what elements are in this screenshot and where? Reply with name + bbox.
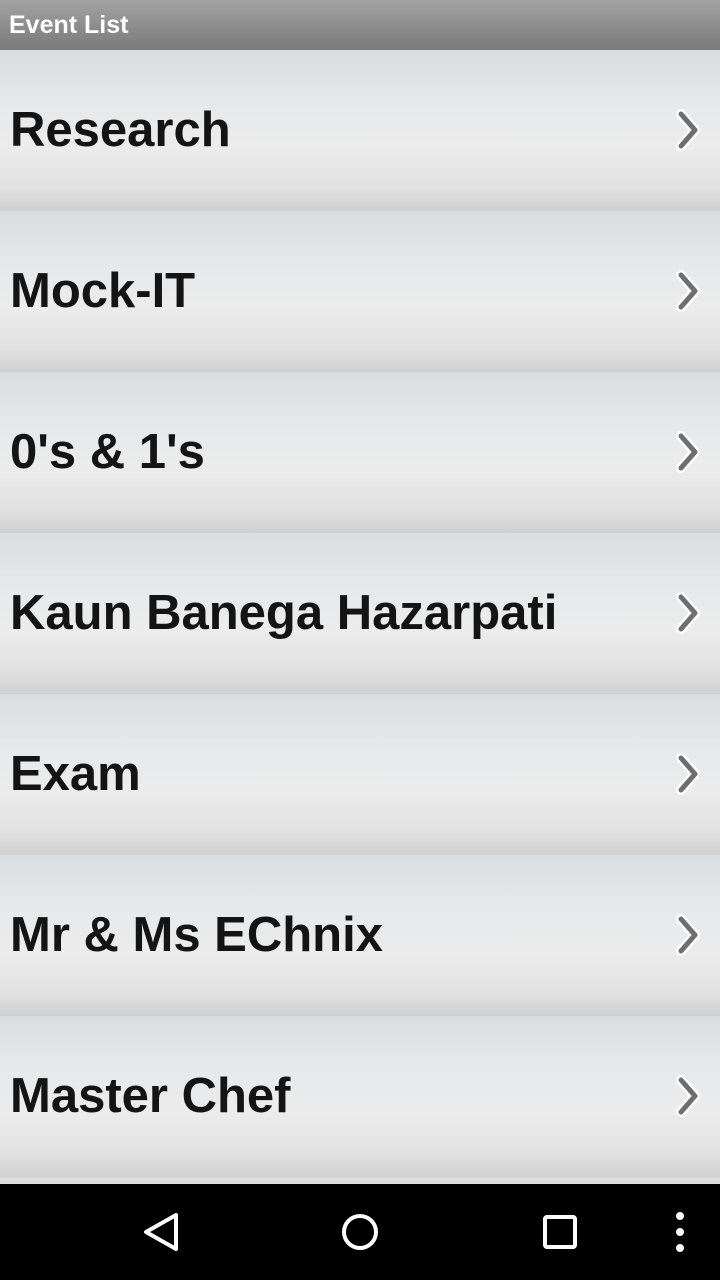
event-row-mock-it[interactable]: Mock-IT	[0, 211, 720, 372]
event-label: 0's & 1's	[10, 425, 205, 479]
event-row-research[interactable]: Research	[0, 50, 720, 211]
chevron-right-icon	[676, 1075, 700, 1117]
event-label: Mock-IT	[10, 264, 196, 318]
chevron-right-icon	[676, 753, 700, 795]
recents-square-icon[interactable]	[520, 1184, 600, 1280]
event-row-master-chef[interactable]: Master Chef	[0, 1016, 720, 1177]
overflow-dots-icon[interactable]	[660, 1184, 700, 1280]
event-label: Mr & Ms EChnix	[10, 908, 383, 962]
event-label: Kaun Banega Hazarpati	[10, 586, 558, 640]
home-circle-icon[interactable]	[320, 1184, 400, 1280]
chevron-right-icon	[676, 109, 700, 151]
chevron-right-icon	[676, 592, 700, 634]
chevron-right-icon	[676, 270, 700, 312]
page-title: Event List	[9, 11, 129, 39]
system-navigation-bar	[0, 1184, 720, 1280]
title-bar: Event List	[0, 0, 720, 50]
event-row-zeros-ones[interactable]: 0's & 1's	[0, 372, 720, 533]
event-list[interactable]: Research Mock-IT 0's & 1's Kaun Banega H…	[0, 50, 720, 1184]
back-triangle-icon[interactable]	[120, 1184, 200, 1280]
event-row-mr-ms-echnix[interactable]: Mr & Ms EChnix	[0, 855, 720, 1016]
chevron-right-icon	[676, 914, 700, 956]
event-label: Exam	[10, 747, 141, 801]
event-label: Research	[10, 103, 231, 157]
event-row-exam[interactable]: Exam	[0, 694, 720, 855]
event-label: Master Chef	[10, 1069, 291, 1123]
event-row-partial[interactable]	[0, 1177, 720, 1184]
event-row-kaun-banega-hazarpati[interactable]: Kaun Banega Hazarpati	[0, 533, 720, 694]
chevron-right-icon	[676, 431, 700, 473]
